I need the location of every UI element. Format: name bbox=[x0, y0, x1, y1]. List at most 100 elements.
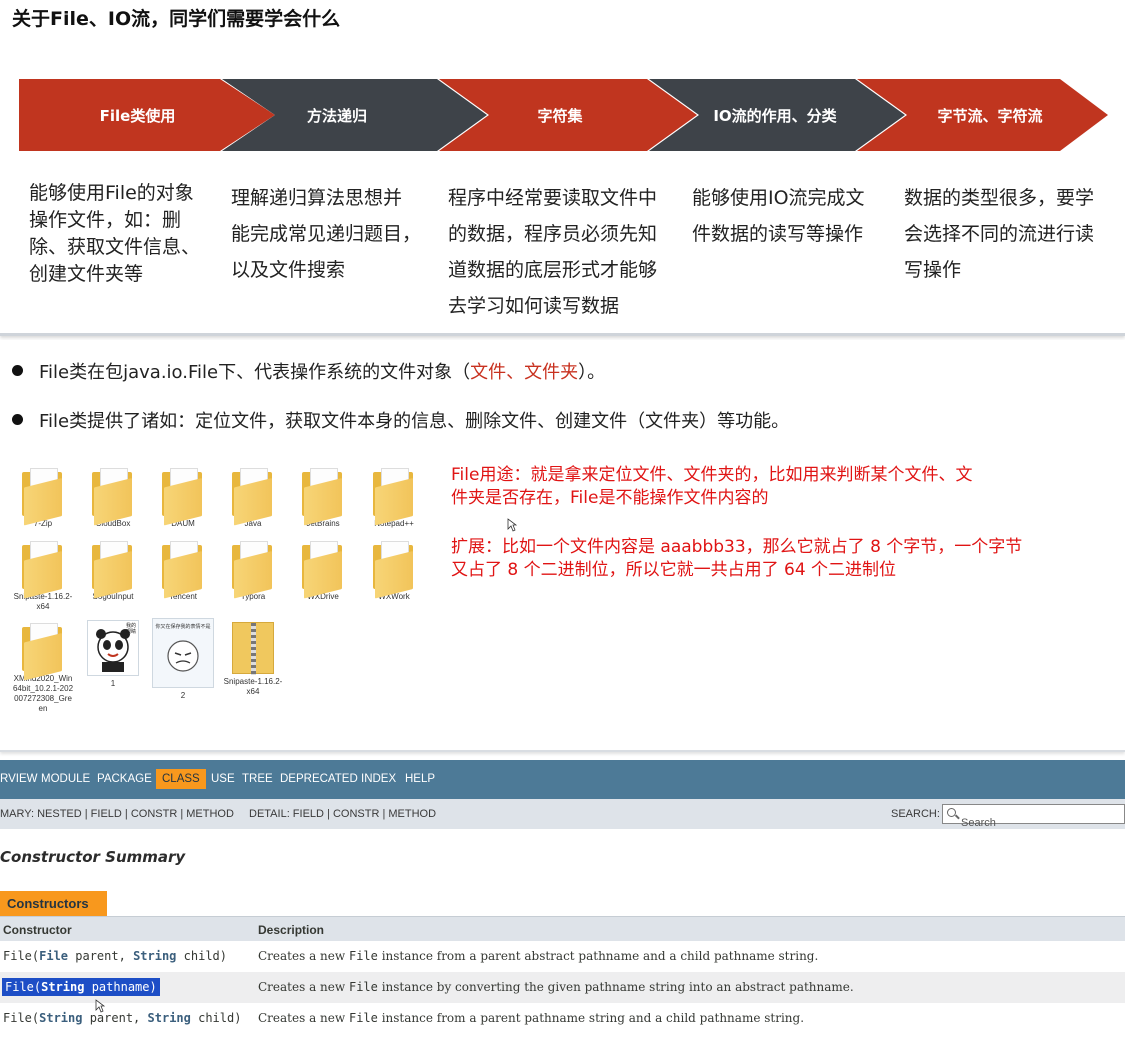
folder-notepadpp[interactable]: Notepad++ bbox=[363, 468, 425, 529]
nav-help[interactable]: HELP bbox=[405, 773, 435, 785]
slide-file-class: File类在包java.io.File下、代表操作系统的文件对象（文件、文件夹）… bbox=[0, 340, 1125, 752]
folder-icon bbox=[232, 541, 274, 599]
nav-class[interactable]: CLASS bbox=[156, 769, 206, 789]
folder-xmind[interactable]: XMind2020_Win64bit_10.2.1-202007272308_G… bbox=[12, 623, 74, 714]
nav-deprecated[interactable]: DEPRECATED bbox=[280, 773, 358, 785]
folder-icon bbox=[92, 468, 134, 526]
javadoc-top-nav: RVIEW MODULE PACKAGE CLASS USE TREE DEPR… bbox=[0, 760, 1125, 799]
constructor-summary-heading: Constructor Summary bbox=[0, 848, 186, 866]
thumb-caption: 我的眼睛 bbox=[125, 623, 136, 635]
detail-links[interactable]: DETAIL: FIELD | CONSTR | METHOD bbox=[249, 808, 436, 820]
slide-learning-goals: 关于File、IO流，同学们需要学会什么 File类使用 方法递归 字符集 IO… bbox=[0, 0, 1125, 336]
note-line: 件夹是否存在，File是不能操作文件内容的 bbox=[451, 488, 769, 508]
image-file-2[interactable]: 你又在保存我的表情不是 2 bbox=[152, 618, 214, 701]
nav-package[interactable]: PACKAGE bbox=[97, 773, 152, 785]
table-row: File(File parent, String child) Creates … bbox=[0, 941, 1125, 972]
desc-line: 的数据，程序员必须先知 bbox=[448, 223, 658, 245]
col-constructor: Constructor bbox=[3, 923, 72, 937]
bullet-file-features: File类提供了诸如：定位文件，获取文件本身的信息、删除文件、创建文件（文件夹）… bbox=[12, 407, 789, 433]
constructor-description: Creates a new File instance from a paren… bbox=[258, 1011, 805, 1025]
javadoc-page: RVIEW MODULE PACKAGE CLASS USE TREE DEPR… bbox=[0, 760, 1125, 1041]
folder-wxdrive[interactable]: WXDrive bbox=[292, 541, 354, 602]
file-label: Snipaste-1.16.2-x64 bbox=[13, 592, 73, 611]
constructor-signature-selected[interactable]: File(String pathname) bbox=[2, 978, 160, 996]
mouse-cursor-icon bbox=[507, 518, 517, 532]
file-label: 1 bbox=[110, 679, 116, 688]
search-label: SEARCH: bbox=[891, 808, 940, 820]
desc-line: 除、获取文件信息、 bbox=[29, 236, 201, 258]
folder-icon bbox=[373, 541, 415, 599]
folder-icon bbox=[22, 623, 64, 681]
table-row: File(String parent, String child) Create… bbox=[0, 1003, 1125, 1034]
search-input[interactable]: Search bbox=[942, 804, 1125, 829]
folder-icon bbox=[373, 468, 415, 526]
folder-icon bbox=[22, 541, 64, 599]
desc-line: 会选择不同的流进行读 bbox=[904, 223, 1095, 245]
chevron-label-file: File类使用 bbox=[99, 107, 176, 125]
folder-jetbrains[interactable]: JetBrains bbox=[292, 468, 354, 529]
folder-icon bbox=[302, 468, 344, 526]
bullet-text: File类在包java.io.File下、代表操作系统的文件对象（ bbox=[39, 362, 471, 383]
folder-tencent[interactable]: Tencent bbox=[152, 541, 214, 602]
nav-module[interactable]: MODULE bbox=[41, 773, 90, 785]
nav-index[interactable]: INDEX bbox=[361, 773, 396, 785]
desc-line: 操作文件，如：删 bbox=[29, 209, 182, 231]
mouse-cursor-icon bbox=[95, 999, 105, 1013]
desc-file: 能够使用File的对象 操作文件，如：删 除、获取文件信息、 创建文件夹等 bbox=[29, 180, 219, 288]
nav-use[interactable]: USE bbox=[211, 773, 235, 785]
desc-line: 理解递归算法思想并 bbox=[231, 187, 403, 209]
constructor-description: Creates a new File instance by convertin… bbox=[258, 980, 854, 994]
constructor-description: Creates a new File instance from a paren… bbox=[258, 949, 819, 963]
desc-charset: 程序中经常要读取文件中 的数据，程序员必须先知 道数据的底层形式才能够 去学习如… bbox=[448, 180, 683, 324]
desc-line: 写操作 bbox=[904, 259, 962, 281]
folder-icon bbox=[92, 541, 134, 599]
bullet-dot bbox=[12, 414, 23, 425]
folder-wxwork[interactable]: WXWork bbox=[363, 541, 425, 602]
table-header: Constructor Description bbox=[0, 916, 1125, 941]
bullet-text-end: ）。 bbox=[578, 362, 606, 383]
bullet-highlight: 文件、文件夹 bbox=[470, 362, 579, 383]
desc-line: 道数据的底层形式才能够 bbox=[448, 259, 658, 281]
nav-tree[interactable]: TREE bbox=[242, 773, 273, 785]
image-file-1[interactable]: 我的眼睛 1 bbox=[82, 620, 144, 689]
folder-java[interactable]: Java bbox=[222, 468, 284, 529]
chevron-label-recursion: 方法递归 bbox=[306, 107, 367, 125]
zip-snipaste[interactable]: Snipaste-1.16.2-x64 bbox=[222, 622, 284, 697]
folder-cloudbox[interactable]: CloudBox bbox=[82, 468, 144, 529]
folder-sogouinput[interactable]: SogouInput bbox=[82, 541, 144, 602]
folder-daum[interactable]: DAUM bbox=[152, 468, 214, 529]
constructor-signature[interactable]: File(String parent, String child) bbox=[3, 1011, 241, 1025]
desc-line: 能够使用IO流完成文 bbox=[692, 187, 865, 209]
bullet-file-package: File类在包java.io.File下、代表操作系统的文件对象（文件、文件夹）… bbox=[12, 358, 605, 384]
desc-line: 以及文件搜索 bbox=[231, 259, 346, 281]
nav-overview[interactable]: RVIEW bbox=[0, 773, 38, 785]
meme-image-icon: 你又在保存我的表情不是 bbox=[152, 618, 214, 688]
constructor-signature[interactable]: File(File parent, String child) bbox=[3, 949, 227, 963]
desc-line: 能完成常见递归题目， bbox=[231, 223, 422, 245]
desc-recursion: 理解递归算法思想并 能完成常见递归题目， 以及文件搜索 bbox=[231, 180, 441, 288]
folder-icon bbox=[162, 541, 204, 599]
desc-line: 创建文件夹等 bbox=[29, 263, 144, 285]
constructors-caption: Constructors bbox=[0, 891, 107, 916]
file-label: 2 bbox=[180, 691, 186, 700]
folder-snipaste[interactable]: Snipaste-1.16.2-x64 bbox=[12, 541, 74, 612]
chevron-label-charset: 字符集 bbox=[537, 107, 583, 125]
chevron-label-io: IO流的作用、分类 bbox=[713, 107, 837, 125]
javadoc-sub-nav: MARY: NESTED | FIELD | CONSTR | METHOD D… bbox=[0, 799, 1125, 829]
folder-typora[interactable]: Typora bbox=[222, 541, 284, 602]
note-line: 扩展：比如一个文件内容是 aaabbb33，那么它就占了 8 个字节，一个字节 bbox=[451, 537, 1023, 557]
search-icon bbox=[947, 808, 956, 817]
folder-7zip[interactable]: 7-Zip bbox=[12, 468, 74, 529]
bullet-dot bbox=[12, 365, 23, 376]
desc-line: 程序中经常要读取文件中 bbox=[448, 187, 658, 209]
zip-archive-icon bbox=[232, 622, 274, 675]
col-description: Description bbox=[258, 923, 325, 937]
file-label: XMind2020_Win64bit_10.2.1-202007272308_G… bbox=[12, 674, 74, 713]
summary-links[interactable]: MARY: NESTED | FIELD | CONSTR | METHOD bbox=[0, 808, 234, 820]
table-row: File(String pathname) Creates a new File… bbox=[0, 972, 1125, 1003]
thumb-caption: 你又在保存我的表情不是 bbox=[155, 624, 211, 630]
bullet-text: File类提供了诸如：定位文件，获取文件本身的信息、删除文件、创建文件（文件夹）… bbox=[39, 411, 790, 432]
desc-line: 去学习如何读写数据 bbox=[448, 295, 620, 317]
desc-streams: 数据的类型很多，要学 会选择不同的流进行读 写操作 bbox=[904, 180, 1119, 288]
chevron-label-streams: 字节流、字符流 bbox=[937, 107, 1043, 125]
